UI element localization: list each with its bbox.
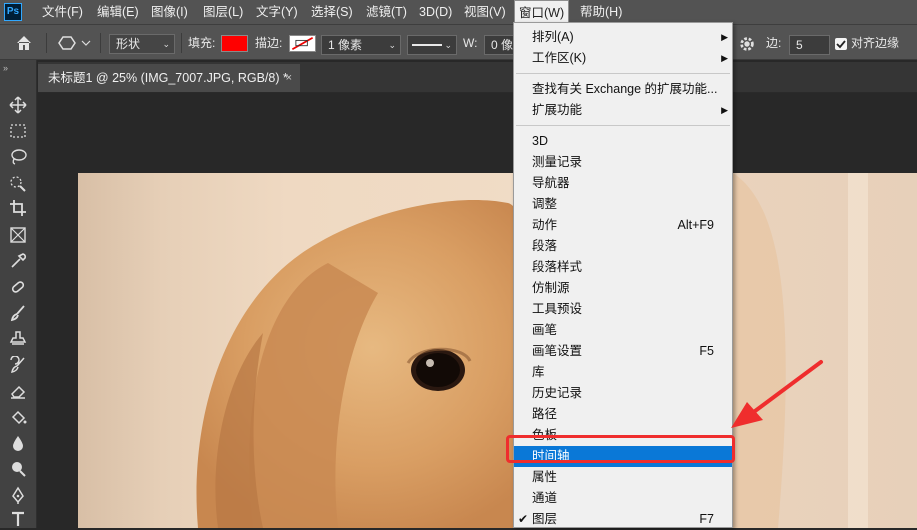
window-menu-item[interactable]: 工具预设 bbox=[514, 299, 732, 320]
window-menu-item[interactable]: 段落 bbox=[514, 236, 732, 257]
menu-6[interactable]: 滤镜(T) bbox=[362, 0, 411, 24]
menu-2[interactable]: 图像(I) bbox=[147, 0, 192, 24]
window-menu-item[interactable]: 3D bbox=[514, 131, 732, 152]
window-menu-item[interactable]: 画笔设置 F5 bbox=[514, 341, 732, 362]
tools-panel: » bbox=[0, 60, 37, 528]
blur-icon[interactable] bbox=[6, 432, 30, 454]
window-menu-item[interactable]: 段落样式 bbox=[514, 257, 732, 278]
fill-color-swatch[interactable] bbox=[221, 35, 248, 52]
align-edges-checkbox[interactable] bbox=[835, 38, 847, 50]
chevron-down-icon: ⌄ bbox=[388, 40, 396, 50]
annotation-arrow bbox=[731, 360, 823, 428]
stroke-type-select[interactable]: ⌄ bbox=[407, 35, 457, 55]
window-menu-item[interactable]: 导航器 bbox=[514, 173, 732, 194]
menu-5[interactable]: 选择(S) bbox=[307, 0, 357, 24]
window-menu-item[interactable]: 属性 bbox=[514, 467, 732, 488]
move-icon[interactable] bbox=[6, 94, 30, 116]
shape-mode-select[interactable]: 形状 ⌄ bbox=[109, 34, 175, 54]
menu-10[interactable]: 帮助(H) bbox=[576, 0, 626, 24]
window-menu-item[interactable]: 路径 bbox=[514, 404, 732, 425]
menu-bar: Ps 文件(F) 编辑(E) 图像(I) 图层(L) 文字(Y) 选择(S) 滤镜(T) 3D… bbox=[0, 0, 917, 24]
puppy-image bbox=[196, 173, 868, 528]
menu-0[interactable]: 文件(F) bbox=[38, 0, 87, 24]
window-menu-item[interactable]: 扩展功能 ▶ bbox=[514, 100, 732, 121]
close-icon[interactable]: × bbox=[286, 64, 292, 92]
document-tab[interactable]: 未标题1 @ 25% (IMG_7007.JPG, RGB/8) * × bbox=[38, 64, 300, 92]
menu-separator bbox=[516, 73, 730, 74]
frame-icon[interactable] bbox=[6, 224, 30, 246]
align-edges-label: 对齐边缘 bbox=[851, 36, 900, 50]
window-menu-item[interactable]: 动作 Alt+F9 bbox=[514, 215, 732, 236]
type-icon[interactable] bbox=[6, 508, 30, 530]
chevron-down-icon: ⌄ bbox=[444, 40, 452, 50]
line-style-icon bbox=[412, 44, 442, 46]
puppy-photo[interactable] bbox=[78, 173, 917, 528]
window-menu-item[interactable]: 画笔 bbox=[514, 320, 732, 341]
paint-bucket-icon[interactable] bbox=[6, 406, 30, 428]
window-menu-item[interactable]: 测量记录 bbox=[514, 152, 732, 173]
clone-stamp-icon[interactable] bbox=[6, 328, 30, 350]
chevron-down-icon: ⌄ bbox=[162, 39, 170, 49]
width-label: W: bbox=[463, 36, 478, 50]
fill-label: 填充: bbox=[188, 36, 216, 50]
submenu-arrow-icon: ▶ bbox=[721, 105, 728, 115]
menu-1[interactable]: 编辑(E) bbox=[93, 0, 143, 24]
home-icon[interactable] bbox=[14, 33, 36, 53]
window-menu-item[interactable]: 库 bbox=[514, 362, 732, 383]
window-menu-item[interactable]: 排列(A) ▶ bbox=[514, 27, 732, 48]
annotation-highlight-box bbox=[506, 435, 735, 463]
menu-7[interactable]: 3D(D) bbox=[415, 0, 456, 24]
width-input[interactable]: 0 像 bbox=[484, 35, 514, 55]
menu-3[interactable]: 图层(L) bbox=[199, 0, 247, 24]
menu-9[interactable]: 窗口(W) bbox=[514, 0, 570, 24]
checkmark-icon: ✔ bbox=[518, 512, 529, 526]
document-tab-strip: 未标题1 @ 25% (IMG_7007.JPG, RGB/8) * × bbox=[38, 62, 917, 93]
sides-label: 边: bbox=[766, 36, 782, 50]
menu-4[interactable]: 文字(Y) bbox=[252, 0, 302, 24]
window-menu-item[interactable]: 工作区(K) ▶ bbox=[514, 48, 732, 69]
stroke-width-select[interactable]: 1 像素 ⌄ bbox=[321, 35, 401, 55]
pen-icon[interactable] bbox=[6, 484, 30, 506]
submenu-arrow-icon: ▶ bbox=[721, 32, 728, 42]
menu-8[interactable]: 视图(V) bbox=[460, 0, 510, 24]
stroke-color-swatch[interactable] bbox=[289, 35, 316, 52]
window-menu-item[interactable]: ✔ 图层 F7 bbox=[514, 509, 732, 530]
collapse-arrows-icon[interactable]: » bbox=[3, 63, 8, 73]
healing-brush-icon[interactable] bbox=[6, 276, 30, 298]
eraser-icon[interactable] bbox=[6, 380, 30, 402]
dodge-icon[interactable] bbox=[6, 458, 30, 480]
window-menu-item[interactable]: 查找有关 Exchange 的扩展功能... bbox=[514, 79, 732, 100]
brush-icon[interactable] bbox=[6, 302, 30, 324]
document-tab-title: 未标题1 @ 25% (IMG_7007.JPG, RGB/8) * bbox=[48, 71, 288, 85]
gear-icon[interactable] bbox=[738, 35, 756, 53]
window-menu-item[interactable]: 调整 bbox=[514, 194, 732, 215]
history-brush-icon[interactable] bbox=[6, 354, 30, 376]
window-menu-item[interactable]: 仿制源 bbox=[514, 278, 732, 299]
quick-select-icon[interactable] bbox=[6, 172, 30, 194]
marquee-icon[interactable] bbox=[6, 120, 30, 142]
window-menu-item[interactable]: 历史记录 bbox=[514, 383, 732, 404]
menu-separator bbox=[516, 125, 730, 126]
stroke-label: 描边: bbox=[255, 36, 283, 50]
submenu-arrow-icon: ▶ bbox=[721, 53, 728, 63]
crop-icon[interactable] bbox=[6, 197, 30, 219]
window-menu-item[interactable]: 通道 bbox=[514, 488, 732, 509]
eyedropper-icon[interactable] bbox=[6, 250, 30, 272]
polygon-tool-icon[interactable] bbox=[58, 34, 92, 52]
photoshop-logo: Ps bbox=[4, 3, 22, 21]
lasso-icon[interactable] bbox=[6, 146, 30, 168]
options-bar: 形状 ⌄ 填充: 描边: 1 像素 ⌄ ⌄ W: 0 像 边: 5 对齐边缘 bbox=[0, 24, 917, 60]
sides-input[interactable]: 5 bbox=[789, 35, 830, 55]
